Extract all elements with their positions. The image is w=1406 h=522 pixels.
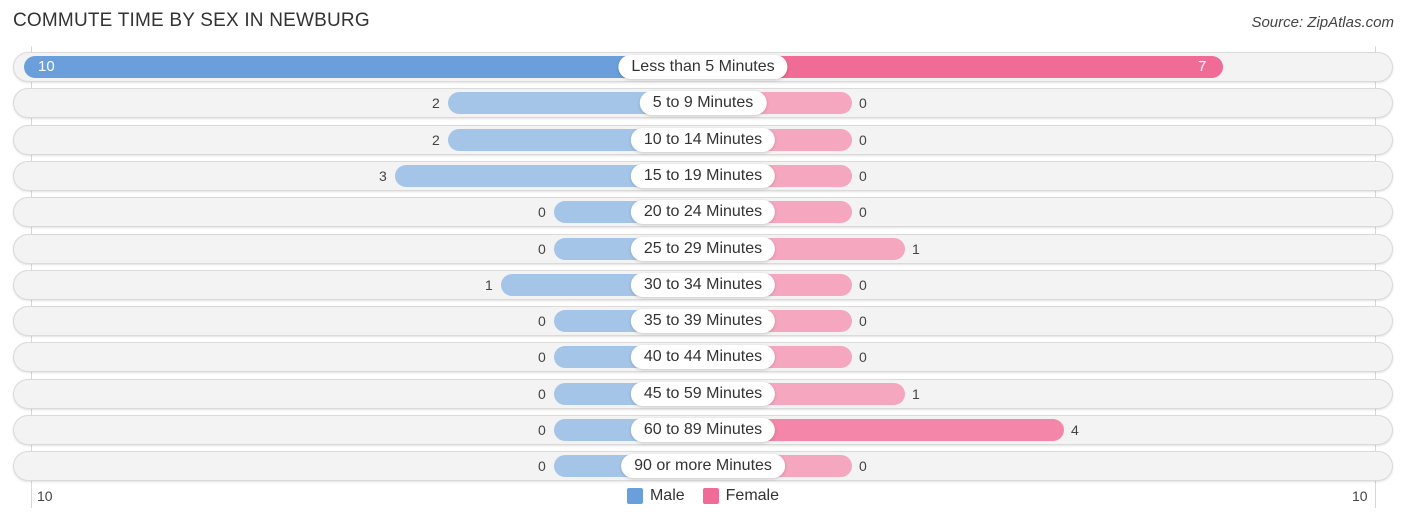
value-label-female: 0	[859, 204, 867, 221]
category-label: 20 to 24 Minutes	[630, 200, 776, 225]
value-label-male: 3	[379, 167, 387, 184]
value-label-male: 0	[538, 385, 546, 402]
value-label-female: 0	[859, 458, 867, 475]
category-label: 25 to 29 Minutes	[630, 236, 776, 261]
category-label: 30 to 34 Minutes	[630, 272, 776, 297]
bar-male[interactable]	[24, 56, 703, 78]
value-label-male: 0	[538, 313, 546, 330]
category-label: 40 to 44 Minutes	[630, 345, 776, 370]
category-label: 90 or more Minutes	[621, 454, 785, 479]
category-label: 15 to 19 Minutes	[630, 163, 776, 188]
value-label-male: 2	[432, 131, 440, 148]
value-label-female: 7	[1198, 58, 1207, 75]
value-label-female: 0	[859, 167, 867, 184]
category-label: 60 to 89 Minutes	[630, 418, 776, 442]
value-label-female: 0	[859, 131, 867, 148]
value-label-male: 0	[538, 422, 546, 438]
category-label: 35 to 39 Minutes	[630, 309, 776, 334]
value-label-male: 0	[538, 240, 546, 257]
legend-swatch-female	[702, 488, 719, 504]
value-label-female: 1	[912, 240, 920, 257]
value-label-male: 1	[485, 276, 493, 293]
legend-label-female: Female	[725, 487, 780, 504]
value-label-female: 0	[859, 276, 867, 293]
legend-item-female[interactable]: Female	[702, 487, 780, 505]
value-label-male: 10	[38, 58, 55, 75]
value-label-female: 1	[912, 385, 920, 402]
category-label: Less than 5 Minutes	[618, 55, 788, 79]
source-credit: Source: ZipAtlas.com	[1251, 14, 1394, 31]
value-label-female: 0	[859, 95, 867, 112]
legend-swatch-male	[626, 488, 643, 504]
category-label: 10 to 14 Minutes	[630, 127, 776, 152]
value-label-male: 0	[538, 349, 546, 366]
chart-title: COMMUTE TIME BY SEX IN NEWBURG	[13, 10, 370, 31]
legend-item-male[interactable]: Male	[626, 487, 685, 505]
value-label-female: 0	[859, 313, 867, 330]
value-label-male: 2	[432, 95, 440, 112]
category-label: 45 to 59 Minutes	[630, 381, 776, 406]
value-label-male: 0	[538, 458, 546, 475]
value-label-male: 0	[538, 204, 546, 221]
legend: Male Female	[0, 487, 1406, 505]
value-label-female: 0	[859, 349, 867, 366]
value-label-female: 4	[1071, 422, 1079, 438]
category-label: 5 to 9 Minutes	[639, 91, 767, 116]
legend-label-male: Male	[649, 487, 685, 504]
